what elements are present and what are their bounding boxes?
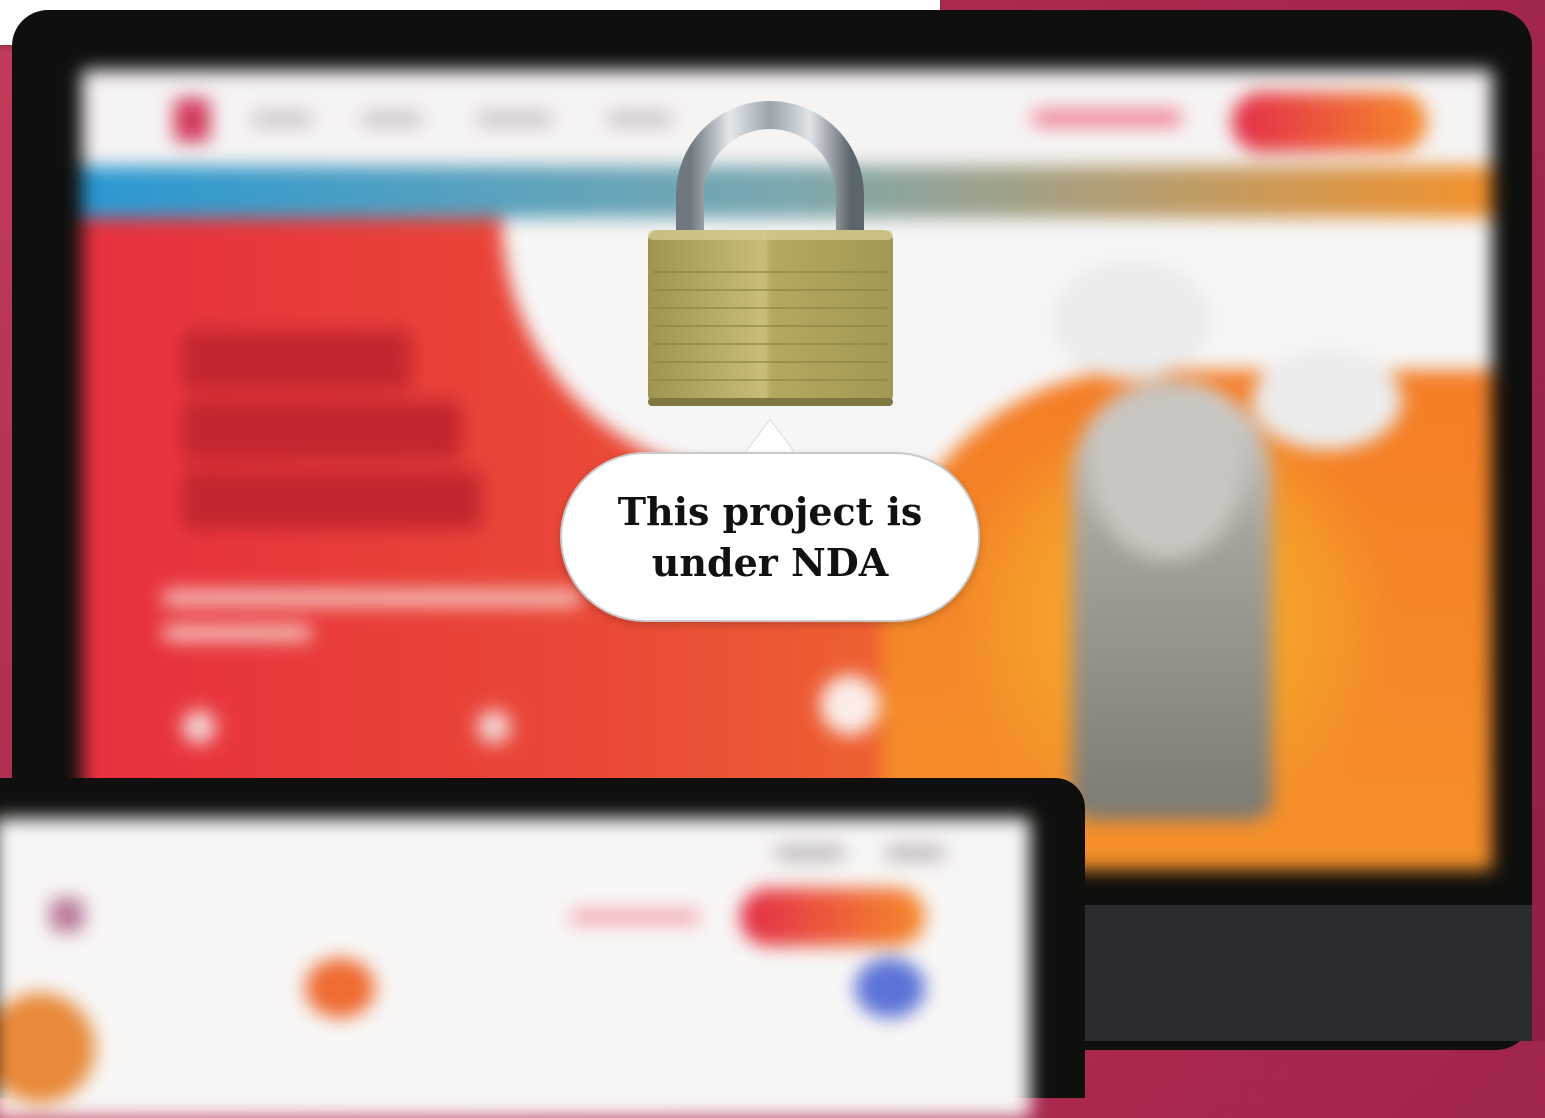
laptop-text-line bbox=[775, 846, 845, 860]
hero-subtitle-line bbox=[162, 590, 582, 606]
cloud-graphic bbox=[1052, 260, 1212, 380]
laptop-secondary-link bbox=[570, 910, 700, 924]
speech-bubble-tail bbox=[743, 420, 797, 456]
cloud-graphic bbox=[1252, 350, 1402, 450]
nda-message: This project is under NDA bbox=[617, 489, 923, 585]
site-logo bbox=[174, 98, 210, 142]
nav-cta-button bbox=[1232, 92, 1427, 152]
blurred-laptop-preview bbox=[0, 818, 1030, 1118]
laptop-illustration bbox=[0, 993, 95, 1103]
laptop-illustration bbox=[855, 958, 925, 1018]
hero-feature-icon bbox=[182, 710, 216, 744]
nav-link bbox=[477, 112, 552, 126]
laptop-cta-button bbox=[740, 888, 925, 946]
hero-title-line bbox=[182, 400, 462, 460]
nav-link bbox=[252, 112, 312, 126]
hero-title-line bbox=[182, 330, 412, 390]
hero-subtitle-line bbox=[162, 625, 312, 641]
hero-play-button bbox=[820, 675, 880, 735]
nav-link bbox=[362, 112, 422, 126]
laptop-site-logo bbox=[50, 898, 84, 932]
padlock-icon bbox=[638, 100, 903, 415]
monitor-stand-base bbox=[1040, 905, 1532, 1041]
hero-feature-icon bbox=[477, 710, 511, 744]
hero-person-head bbox=[1092, 380, 1242, 560]
hero-title-line bbox=[182, 470, 482, 530]
laptop-illustration bbox=[305, 958, 375, 1018]
laptop-device bbox=[0, 778, 1085, 1118]
nda-speech-bubble: This project is under NDA bbox=[560, 452, 980, 622]
laptop-text-line bbox=[885, 846, 945, 860]
nav-secondary-link bbox=[1032, 110, 1182, 126]
